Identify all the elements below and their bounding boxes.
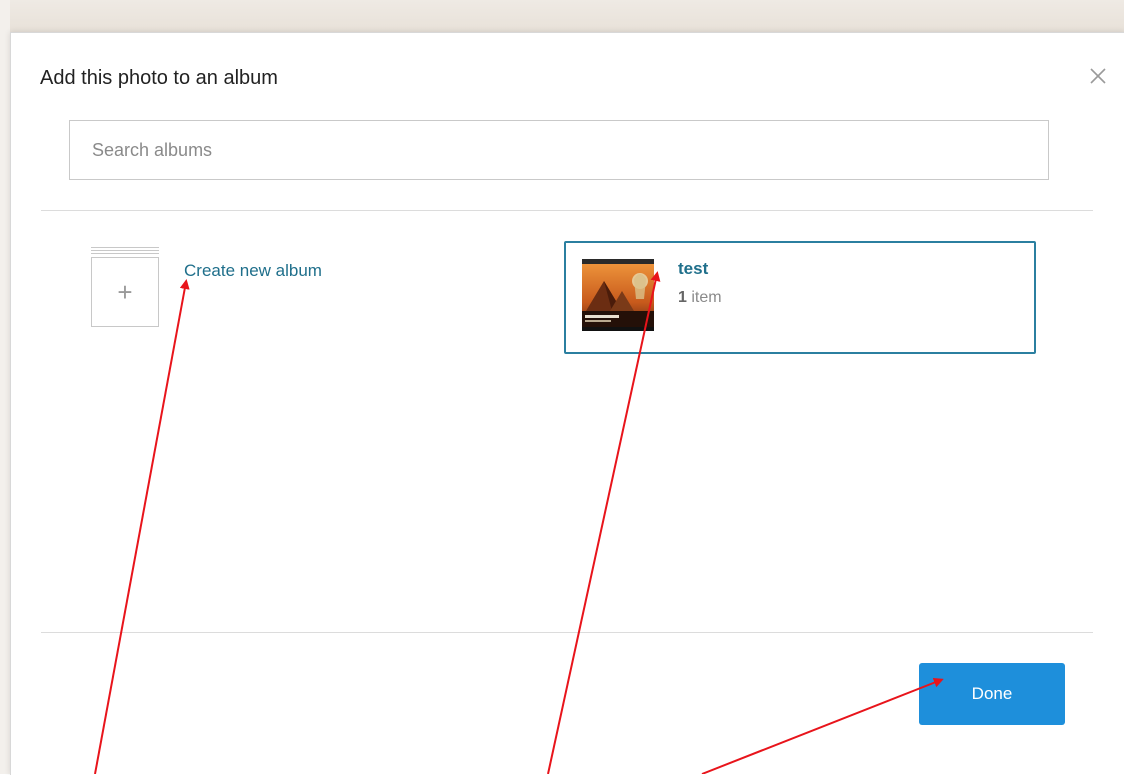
plus-icon: +: [117, 276, 133, 307]
album-thumbnail: [582, 259, 654, 331]
divider-top: [41, 210, 1093, 211]
close-button[interactable]: [1085, 63, 1111, 89]
create-new-album-link[interactable]: Create new album: [184, 261, 322, 281]
search-field: [69, 120, 1049, 180]
done-button[interactable]: Done: [919, 663, 1065, 725]
album-name: test: [678, 259, 709, 278]
add-to-album-dialog: Add this photo to an album + Create new …: [10, 32, 1124, 775]
album-stack-line: [91, 250, 159, 251]
divider-bottom: [41, 632, 1093, 633]
background-edge: [0, 0, 10, 774]
create-album-thumbnail: +: [91, 257, 159, 327]
album-item-count: 1 item: [678, 289, 722, 307]
album-stack-line: [91, 247, 159, 248]
close-icon: [1090, 68, 1106, 84]
dialog-title: Add this photo to an album: [40, 67, 278, 89]
album-thumbnail-image: [582, 259, 654, 331]
search-input[interactable]: [70, 121, 1048, 179]
album-card-test[interactable]: test 1 item: [564, 241, 1036, 354]
album-count-unit: item: [691, 289, 722, 306]
album-stack-line: [91, 253, 159, 254]
create-new-album[interactable]: + Create new album: [91, 247, 451, 337]
album-count-number: 1: [678, 289, 687, 306]
